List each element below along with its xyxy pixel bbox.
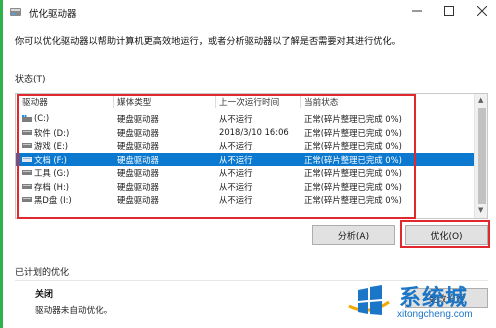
maximize-button[interactable] [434,0,464,22]
title-bar: 优化驱动器 [3,0,496,24]
annotation-highlight-optimize [400,220,490,248]
minimize-button[interactable] [402,0,432,22]
optimize-drives-icon [10,8,21,16]
scroll-up-arrow-icon[interactable]: ▲ [478,96,483,104]
drive-list-scrollbar[interactable]: ▲ ▼ [474,94,487,218]
scheduled-optimization-detail: 驱动器未自动优化。 [35,306,113,316]
status-section-label: 状态(T) [15,75,46,85]
scheduled-optimization-label: 已计划的优化 [15,268,70,278]
close-button[interactable] [467,0,496,22]
scrollbar-thumb[interactable] [478,108,486,204]
analyze-button[interactable]: 分析(A) [312,225,395,245]
annotation-highlight-drive-list [17,94,416,219]
window-title: 优化驱动器 [29,9,77,20]
close-icon [477,6,487,16]
maximize-icon [444,6,454,16]
left-accent-strip [0,0,3,328]
watermark: 系统城 xitongcheng.com [343,280,493,326]
watermark-title: 系统城 [399,286,469,311]
windows-logo-icon [344,285,394,320]
description-text: 你可以优化驱动器以帮助计算机更高效地运行，或者分析驱动器以了解是否需要对其进行优… [15,36,401,47]
scheduled-optimization-status: 关闭 [35,290,54,300]
minimize-icon [412,10,422,12]
watermark-url: xitongcheng.com [397,309,473,320]
scroll-down-arrow-icon[interactable]: ▼ [478,206,483,214]
